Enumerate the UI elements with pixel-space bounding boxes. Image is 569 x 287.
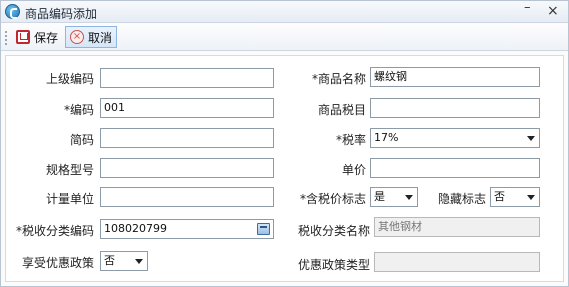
tax-rate-label: *税率 bbox=[335, 133, 366, 147]
save-button[interactable]: 保存 bbox=[11, 26, 63, 48]
toolbar: 保存 × 取消 bbox=[1, 23, 568, 51]
code-input[interactable]: 001 bbox=[100, 98, 274, 118]
tax-included-flag-select[interactable]: 是 bbox=[370, 187, 418, 207]
spec-model-input[interactable] bbox=[100, 158, 274, 178]
hidden-flag-label: 隐藏标志 bbox=[437, 192, 486, 206]
app-icon bbox=[5, 4, 20, 19]
tax-class-name-input: 其他钢材 bbox=[374, 217, 540, 237]
cancel-button[interactable]: × 取消 bbox=[65, 26, 117, 48]
unit-label: 计量单位 bbox=[45, 192, 94, 206]
minimize-button[interactable]: – bbox=[524, 1, 531, 14]
tax-class-code-value: 108020799 bbox=[104, 222, 167, 235]
code-label: *编码 bbox=[63, 103, 94, 117]
parent-code-input[interactable] bbox=[100, 68, 274, 88]
unit-input[interactable] bbox=[100, 187, 274, 207]
toolbar-grip-icon bbox=[5, 31, 7, 45]
product-tax-item-label: 商品税目 bbox=[317, 103, 366, 117]
product-code-add-window: 商品编码添加 – × 保存 × 取消 上级编码 *商品名称 螺纹钢 *编码 00… bbox=[0, 0, 569, 287]
tax-rate-value: 17% bbox=[374, 131, 399, 144]
window-title: 商品编码添加 bbox=[25, 7, 98, 21]
tax-class-code-label: *税收分类编码 bbox=[15, 224, 94, 238]
chevron-down-icon bbox=[527, 136, 535, 141]
chevron-down-icon bbox=[527, 195, 535, 200]
preferential-policy-value: 否 bbox=[104, 254, 115, 267]
spec-model-label: 规格型号 bbox=[45, 163, 94, 177]
unit-price-label: 单价 bbox=[341, 163, 366, 177]
preferential-policy-type-label: 优惠政策类型 bbox=[297, 258, 370, 272]
title-bar: 商品编码添加 – × bbox=[1, 1, 568, 23]
preferential-policy-select[interactable]: 否 bbox=[100, 251, 148, 271]
hidden-flag-value: 否 bbox=[494, 190, 505, 203]
hidden-flag-select[interactable]: 否 bbox=[490, 187, 540, 207]
cancel-label: 取消 bbox=[88, 30, 113, 45]
tax-included-flag-value: 是 bbox=[374, 190, 385, 203]
product-name-label: *商品名称 bbox=[311, 72, 366, 86]
tax-rate-select[interactable]: 17% bbox=[370, 128, 540, 148]
tax-class-code-input[interactable]: 108020799 bbox=[100, 219, 274, 239]
preferential-policy-label: 享受优惠政策 bbox=[21, 256, 94, 270]
unit-price-input[interactable] bbox=[370, 158, 540, 178]
chevron-down-icon bbox=[405, 195, 413, 200]
short-code-label: 简码 bbox=[69, 133, 94, 147]
tax-class-name-label: 税收分类名称 bbox=[297, 224, 370, 238]
cancel-icon: × bbox=[70, 30, 84, 44]
save-icon bbox=[16, 30, 30, 44]
save-label: 保存 bbox=[34, 30, 59, 45]
parent-code-label: 上级编码 bbox=[45, 72, 94, 86]
preferential-policy-type-input bbox=[374, 252, 540, 272]
product-tax-item-input[interactable] bbox=[370, 98, 540, 118]
close-button[interactable]: × bbox=[547, 4, 559, 18]
lookup-icon[interactable] bbox=[257, 223, 270, 235]
tax-included-flag-label: *含税价标志 bbox=[299, 192, 366, 206]
product-name-input[interactable]: 螺纹钢 bbox=[370, 67, 540, 87]
short-code-input[interactable] bbox=[100, 128, 274, 148]
product-form: 上级编码 *商品名称 螺纹钢 *编码 001 商品税目 简码 *税率 17% 规… bbox=[5, 55, 564, 282]
chevron-down-icon bbox=[135, 259, 143, 264]
